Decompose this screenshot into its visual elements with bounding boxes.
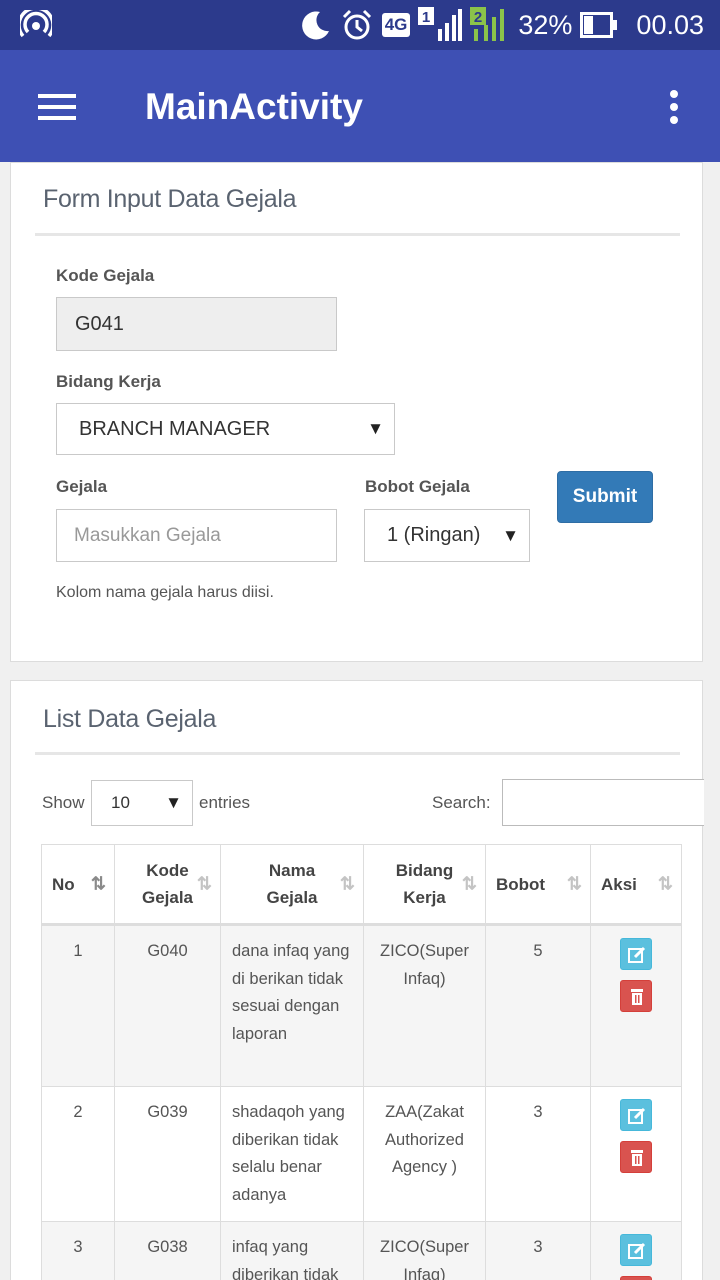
- trash-icon[interactable]: [620, 1141, 652, 1173]
- table-row: 1 G040 dana infaq yang di berikan tidak …: [41, 924, 682, 1087]
- bidang-kerja-value: BRANCH MANAGER: [79, 417, 271, 440]
- edit-icon[interactable]: [620, 938, 652, 970]
- bobot-gejala-label: Bobot Gejala: [365, 477, 470, 496]
- hotspot-icon: [20, 10, 52, 38]
- chevron-down-icon: ▼: [165, 793, 182, 812]
- bobot-gejala-select[interactable]: 1 (Ringan) ▼: [364, 509, 530, 562]
- entries-select[interactable]: 10 ▼: [91, 780, 193, 826]
- submit-button[interactable]: Submit: [557, 471, 653, 523]
- signal-sim2-icon: 2: [470, 7, 505, 41]
- help-text: Kolom nama gejala harus diisi.: [56, 584, 274, 601]
- col-bidang-header[interactable]: Bidang Kerja ⇅: [363, 844, 486, 926]
- sort-icon: ⇅: [461, 873, 477, 894]
- kode-gejala-label: Kode Gejala: [56, 266, 155, 285]
- col-kode-header[interactable]: Kode Gejala ⇅: [114, 844, 221, 926]
- col-no-header[interactable]: No ⇅: [41, 844, 115, 926]
- cell-kode: G040: [114, 924, 221, 1087]
- table-row: 3 G038 infaq yang diberikan tidak ZICO(S…: [41, 1221, 682, 1280]
- show-label: Show: [42, 793, 85, 812]
- bidang-kerja-select[interactable]: BRANCH MANAGER ▼: [56, 403, 395, 455]
- cell-bidang: ZICO(Super Infaq): [363, 1221, 486, 1280]
- status-bar: 4G 1 2 32% 00.03: [0, 0, 720, 50]
- app-bar: MainActivity: [0, 50, 720, 162]
- cell-bobot: 5: [485, 924, 591, 1087]
- battery-percent: 32%: [518, 9, 573, 40]
- sort-asc-icon: ⇅: [90, 873, 106, 894]
- sort-icon: ⇅: [196, 873, 212, 894]
- svg-text:1: 1: [422, 9, 430, 26]
- svg-text:2: 2: [474, 9, 482, 26]
- cell-nama: infaq yang diberikan tidak: [220, 1221, 364, 1280]
- battery-icon: [580, 12, 618, 38]
- form-panel: Form Input Data Gejala Kode Gejala G041 …: [10, 162, 703, 662]
- cell-no: 3: [41, 1221, 115, 1280]
- edit-icon[interactable]: [620, 1234, 652, 1266]
- moon-icon: [301, 11, 329, 40]
- table-header-row: No ⇅ Kode Gejala ⇅ Nama Gejala ⇅ Bidang Ker…: [41, 844, 682, 926]
- alarm-icon: [342, 9, 371, 40]
- overflow-menu-icon[interactable]: [670, 90, 678, 129]
- chevron-down-icon: ▼: [367, 419, 384, 438]
- table-row: 2 G039 shadaqoh yang diberikan tidak sel…: [41, 1086, 682, 1222]
- network-type-badge: 4G: [381, 13, 411, 37]
- signal-sim1-icon: 1: [418, 7, 463, 41]
- search-label: Search:: [432, 793, 491, 812]
- bidang-kerja-label: Bidang Kerja: [56, 372, 161, 391]
- edit-icon[interactable]: [620, 1099, 652, 1131]
- sort-icon: ⇅: [339, 873, 355, 894]
- clock: 00.03: [636, 9, 704, 40]
- cell-aksi: [590, 1086, 682, 1222]
- app-title: MainActivity: [145, 86, 363, 127]
- form-title: Form Input Data Gejala: [43, 185, 297, 213]
- divider: [35, 233, 680, 236]
- sort-icon: ⇅: [566, 873, 582, 894]
- cell-no: 2: [41, 1086, 115, 1222]
- hamburger-menu-icon[interactable]: [38, 94, 76, 120]
- cell-kode: G038: [114, 1221, 221, 1280]
- bobot-gejala-value: 1 (Ringan): [387, 524, 481, 546]
- entries-label: entries: [199, 793, 251, 812]
- list-title: List Data Gejala: [43, 705, 217, 733]
- gejala-label: Gejala: [56, 477, 108, 496]
- cell-bidang: ZICO(Super Infaq): [363, 924, 486, 1087]
- entries-value: 10: [111, 793, 130, 812]
- kode-gejala-field: G041: [56, 297, 337, 351]
- cell-aksi: [590, 1221, 682, 1280]
- cell-bobot: 3: [485, 1086, 591, 1222]
- col-bobot-header[interactable]: Bobot ⇅: [485, 844, 591, 926]
- trash-icon[interactable]: [620, 1276, 652, 1280]
- cell-aksi: [590, 924, 682, 1087]
- cell-kode: G039: [114, 1086, 221, 1222]
- divider: [35, 752, 680, 755]
- col-aksi-header[interactable]: Aksi ⇅: [590, 844, 682, 926]
- cell-nama: dana infaq yang di berikan tidak sesuai …: [220, 924, 364, 1087]
- col-nama-header[interactable]: Nama Gejala ⇅: [220, 844, 364, 926]
- cell-bobot: 3: [485, 1221, 591, 1280]
- cell-nama: shadaqoh yang diberikan tidak selalu ben…: [220, 1086, 364, 1222]
- list-panel: List Data Gejala Show 10 ▼ entries Searc…: [10, 680, 704, 1280]
- data-table: No ⇅ Kode Gejala ⇅ Nama Gejala ⇅ Bidang Ker…: [41, 844, 682, 1280]
- search-input[interactable]: [502, 779, 704, 826]
- chevron-down-icon: ▼: [502, 525, 519, 545]
- cell-no: 1: [41, 924, 115, 1087]
- sort-icon: ⇅: [657, 873, 673, 894]
- gejala-input[interactable]: Masukkan Gejala: [56, 509, 337, 562]
- cell-bidang: ZAA(Zakat Authorized Agency ): [363, 1086, 486, 1222]
- trash-icon[interactable]: [620, 980, 652, 1012]
